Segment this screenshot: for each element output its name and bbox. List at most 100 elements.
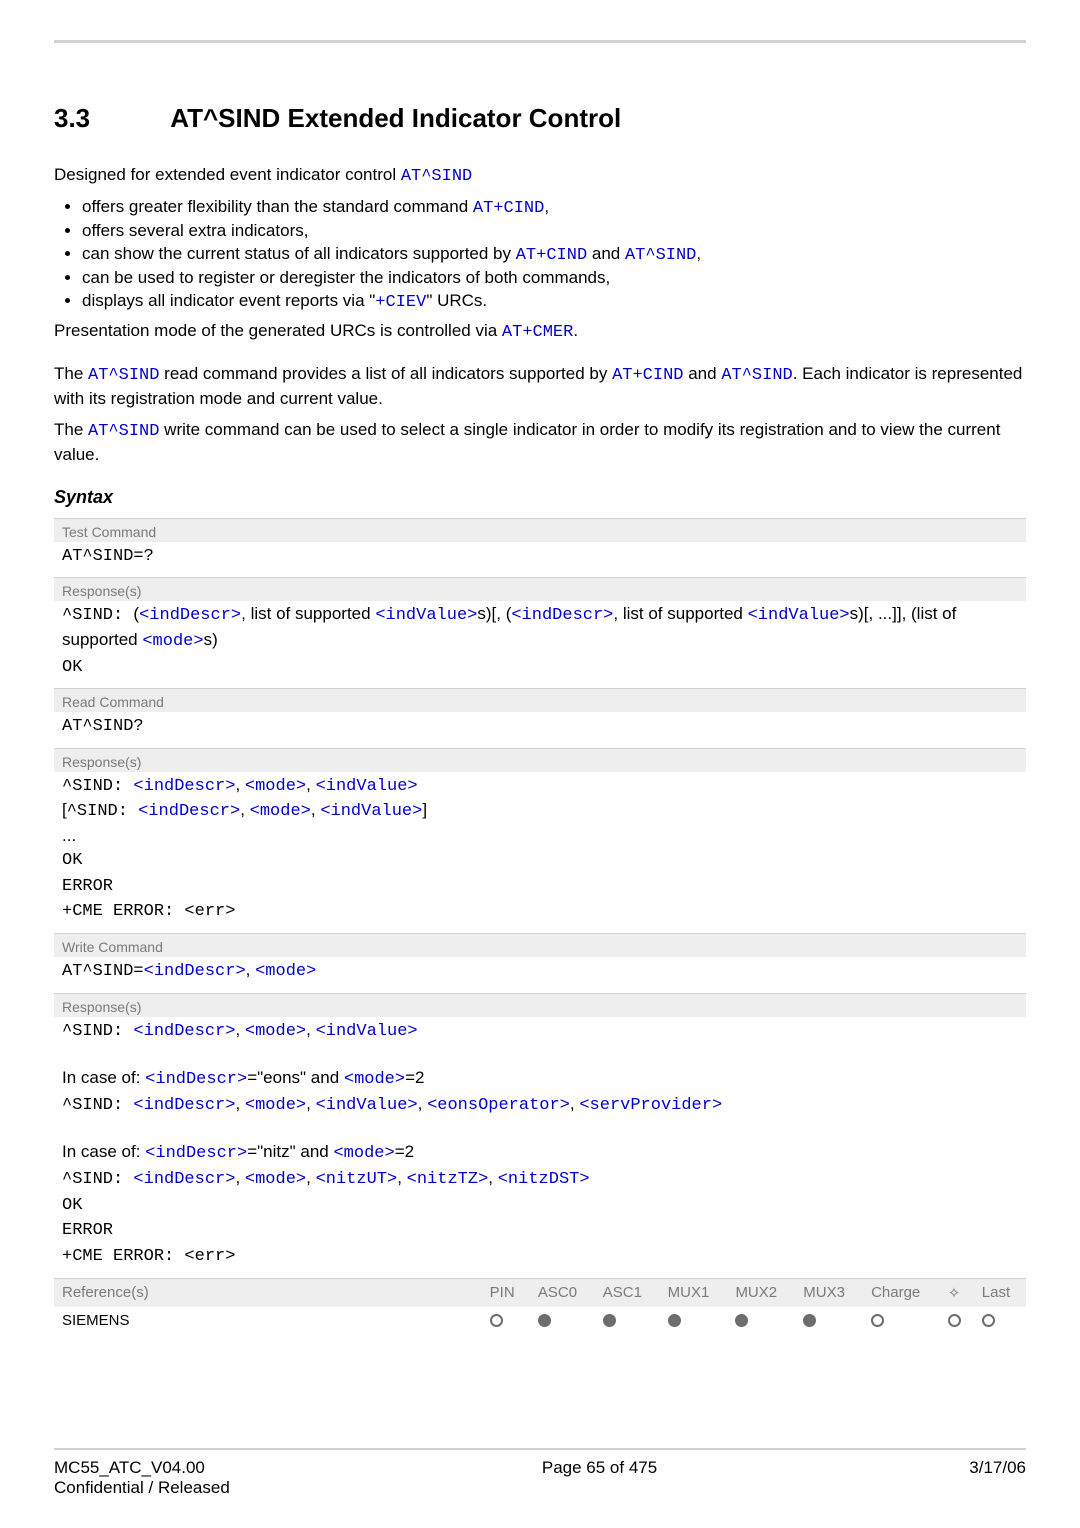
param-inddescr[interactable]: <indDescr> xyxy=(145,1070,247,1089)
col-mux2: MUX2 xyxy=(727,1278,795,1307)
code-text: +CME ERROR: <err> xyxy=(62,902,235,921)
dot-cell xyxy=(795,1307,863,1334)
text: Presentation mode of the generated URCs … xyxy=(54,321,502,340)
test-response: ^SIND: (<indDescr>, list of supported <i… xyxy=(54,601,1026,688)
code-text: OK xyxy=(62,658,82,677)
param-indvalue[interactable]: <indValue> xyxy=(316,1096,418,1115)
text: ="eons" and xyxy=(247,1068,344,1087)
write-command: AT^SIND=<indDescr>, <mode> xyxy=(54,957,1026,993)
param-mode[interactable]: <mode> xyxy=(245,1096,306,1115)
code-text: OK xyxy=(62,851,82,870)
text: . xyxy=(573,321,578,340)
dot-open-icon xyxy=(948,1314,961,1327)
read-command: AT^SIND? xyxy=(54,712,1026,748)
dot-open-icon xyxy=(982,1314,995,1327)
text: read command provides a list of all indi… xyxy=(159,364,612,383)
section-heading: 3.3 AT^SIND Extended Indicator Control xyxy=(54,103,1026,134)
text: write command can be used to select a si… xyxy=(54,420,1000,464)
param-indvalue[interactable]: <indValue> xyxy=(316,777,418,796)
param-inddescr[interactable]: <indDescr> xyxy=(133,1096,235,1115)
text: , xyxy=(306,1168,315,1187)
param-mode[interactable]: <mode> xyxy=(142,632,203,651)
bullet-text: can be used to register or deregister th… xyxy=(82,268,610,287)
code-text: +CME ERROR: <err> xyxy=(62,1247,235,1266)
param-inddescr[interactable]: <indDescr> xyxy=(138,802,240,821)
code-text: ^SIND: xyxy=(67,802,138,821)
param-indvalue[interactable]: <indValue> xyxy=(748,606,850,625)
intro-lead-text: Designed for extended event indicator co… xyxy=(54,165,401,184)
bullet-item: offers greater flexibility than the stan… xyxy=(82,197,1026,218)
param-nitztz[interactable]: <nitzTZ> xyxy=(407,1170,489,1189)
text: ] xyxy=(422,800,427,819)
param-mode[interactable]: <mode> xyxy=(245,1022,306,1041)
code-text: ^SIND: xyxy=(62,1022,133,1041)
bullet-item: can show the current status of all indic… xyxy=(82,244,1026,265)
param-inddescr[interactable]: <indDescr> xyxy=(139,606,241,625)
text: , xyxy=(311,800,320,819)
footer-doc-id: MC55_ATC_V04.00 xyxy=(54,1458,205,1477)
link-at-sind[interactable]: AT^SIND xyxy=(721,366,792,385)
write-response: ^SIND: <indDescr>, <mode>, <indValue> In… xyxy=(54,1017,1026,1278)
intro-para2: The AT^SIND read command provides a list… xyxy=(54,363,1026,411)
text: The xyxy=(54,420,88,439)
link-ciev[interactable]: +CIEV xyxy=(375,293,426,312)
text: , xyxy=(240,800,249,819)
param-mode[interactable]: <mode> xyxy=(245,777,306,796)
param-inddescr[interactable]: <indDescr> xyxy=(511,606,613,625)
text: , xyxy=(397,1168,406,1187)
param-inddescr[interactable]: <indDescr> xyxy=(133,777,235,796)
param-inddescr[interactable]: <indDescr> xyxy=(133,1022,235,1041)
read-response: ^SIND: <indDescr>, <mode>, <indValue> [^… xyxy=(54,772,1026,933)
dot-solid-icon xyxy=(735,1314,748,1327)
param-servprovider[interactable]: <servProvider> xyxy=(579,1096,722,1115)
bullet-text: and xyxy=(587,244,625,263)
page-footer: MC55_ATC_V04.00 Confidential / Released … xyxy=(0,1448,1080,1498)
link-at-sind[interactable]: AT^SIND xyxy=(401,167,472,186)
text: , xyxy=(235,775,244,794)
param-mode[interactable]: <mode> xyxy=(344,1070,405,1089)
param-nitzut[interactable]: <nitzUT> xyxy=(316,1170,398,1189)
response-header: Response(s) xyxy=(54,993,1026,1017)
test-command-header: Test Command xyxy=(54,518,1026,542)
dot-cell xyxy=(482,1307,530,1334)
param-mode[interactable]: <mode> xyxy=(333,1144,394,1163)
param-eonsoperator[interactable]: <eonsOperator> xyxy=(427,1096,570,1115)
text: , xyxy=(235,1168,244,1187)
col-mux1: MUX1 xyxy=(660,1278,728,1307)
text: , xyxy=(613,604,622,623)
param-nitzdst[interactable]: <nitzDST> xyxy=(498,1170,590,1189)
param-indvalue[interactable]: <indValue> xyxy=(316,1022,418,1041)
bullet-text: " URCs. xyxy=(426,291,487,310)
bullet-text: can show the current status of all indic… xyxy=(82,244,516,263)
param-indvalue[interactable]: <indValue> xyxy=(320,802,422,821)
text: , xyxy=(235,1020,244,1039)
write-command-header: Write Command xyxy=(54,933,1026,957)
dot-open-icon xyxy=(490,1314,503,1327)
link-at-sind[interactable]: AT^SIND xyxy=(625,246,696,265)
link-at-sind[interactable]: AT^SIND xyxy=(88,422,159,441)
param-mode[interactable]: <mode> xyxy=(255,962,316,981)
footer-date: 3/17/06 xyxy=(969,1458,1026,1498)
bullet-item: offers several extra indicators, xyxy=(82,221,1026,241)
bullet-text: , xyxy=(696,244,701,263)
link-at-cind[interactable]: AT+CIND xyxy=(473,199,544,218)
code-text: ^SIND: xyxy=(62,777,133,796)
intro-para3: The AT^SIND write command can be used to… xyxy=(54,419,1026,467)
param-indvalue[interactable]: <indValue> xyxy=(375,606,477,625)
text: list of supported xyxy=(251,604,376,623)
param-inddescr[interactable]: <indDescr> xyxy=(133,1170,235,1189)
param-mode[interactable]: <mode> xyxy=(245,1170,306,1189)
param-mode[interactable]: <mode> xyxy=(250,802,311,821)
link-at-cind[interactable]: AT+CIND xyxy=(612,366,683,385)
link-at-cmer[interactable]: AT+CMER xyxy=(502,323,573,342)
col-asc1: ASC1 xyxy=(595,1278,660,1307)
param-inddescr[interactable]: <indDescr> xyxy=(145,1144,247,1163)
link-at-cind[interactable]: AT+CIND xyxy=(516,246,587,265)
col-charge: Charge xyxy=(863,1278,940,1307)
intro-presentation: Presentation mode of the generated URCs … xyxy=(54,320,1026,345)
code-text: ERROR xyxy=(62,1221,113,1240)
code-text: AT^SIND? xyxy=(62,717,144,736)
param-inddescr[interactable]: <indDescr> xyxy=(144,962,246,981)
dot-cell xyxy=(727,1307,795,1334)
link-at-sind[interactable]: AT^SIND xyxy=(88,366,159,385)
